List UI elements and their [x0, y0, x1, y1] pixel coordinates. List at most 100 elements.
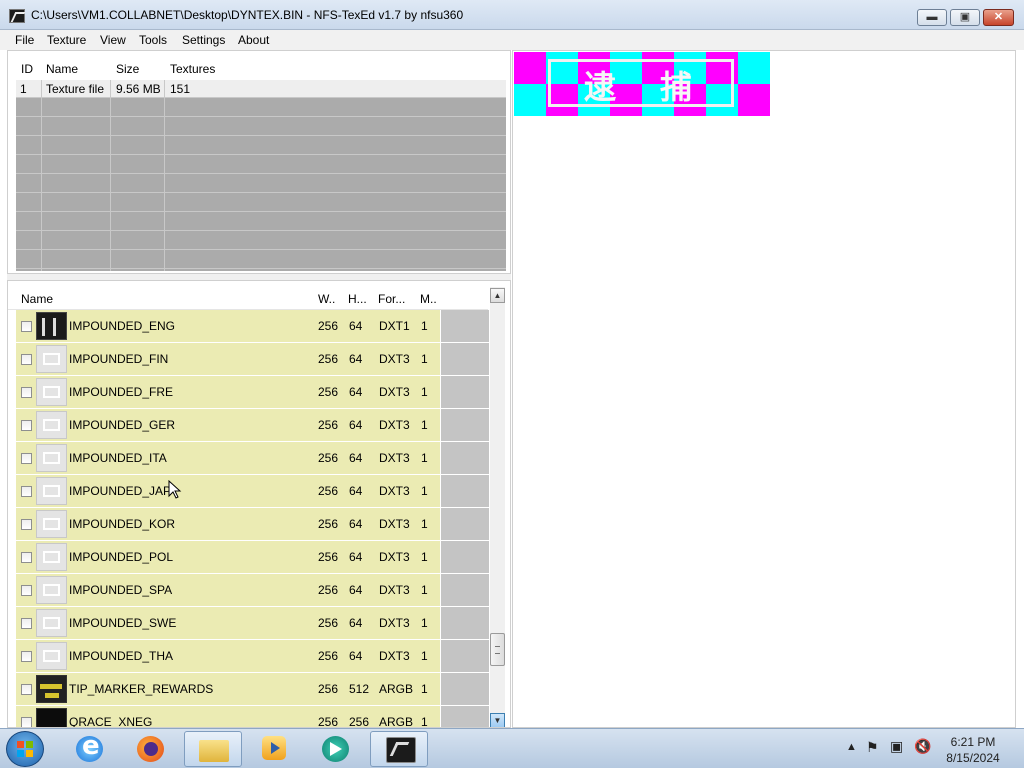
taskbar-file-explorer[interactable] — [184, 731, 242, 767]
texture-row[interactable]: IMPOUNDED_SWE 256 64 DXT3 1 — [16, 607, 489, 640]
minimize-button[interactable]: ▬ — [917, 9, 947, 26]
texture-height: 64 — [349, 550, 363, 564]
texture-row[interactable]: TIP_MARKER_REWARDS 256 512 ARGB 1 — [16, 673, 489, 706]
maximize-button[interactable]: ▣ — [950, 9, 980, 26]
taskbar: ▲ ⚑ ▣ 🔇 6:21 PM 8/15/2024 — [0, 728, 1024, 768]
menu-file[interactable]: File — [15, 33, 34, 47]
texture-thumbnail — [36, 708, 67, 727]
file-table-header-textures[interactable]: Textures — [170, 62, 215, 76]
texture-height: 64 — [349, 319, 363, 333]
menu-settings[interactable]: Settings — [182, 33, 225, 47]
texture-row[interactable]: IMPOUNDED_POL 256 64 DXT3 1 — [16, 541, 489, 574]
close-button[interactable]: ✕ — [983, 9, 1014, 26]
menu-about[interactable]: About — [238, 33, 269, 47]
taskbar-media-center[interactable] — [307, 731, 365, 767]
texture-glyph-right: 捕 — [660, 68, 693, 106]
scroll-down-button[interactable]: ▼ — [490, 713, 505, 727]
row-checkbox[interactable] — [21, 717, 32, 727]
taskbar-media-player[interactable] — [245, 731, 303, 767]
texture-mipmaps: 1 — [421, 319, 428, 333]
texture-preview-panel: 逮 捕 — [512, 50, 1016, 728]
texture-height: 64 — [349, 385, 363, 399]
row-checkbox[interactable] — [21, 552, 32, 563]
file-table-header-size[interactable]: Size — [116, 62, 139, 76]
texture-row[interactable]: IMPOUNDED_JAP 256 64 DXT3 1 — [16, 475, 489, 508]
file-name: Texture file — [46, 82, 105, 96]
texture-width: 256 — [318, 616, 339, 630]
empty-row — [16, 251, 506, 269]
texture-row[interactable]: IMPOUNDED_ENG 256 64 DXT1 1 — [16, 310, 489, 343]
scroll-up-button[interactable]: ▲ — [490, 288, 505, 303]
action-center-flag-icon[interactable]: ⚑ — [866, 739, 879, 756]
header-name[interactable]: Name — [21, 292, 53, 306]
texture-name: IMPOUNDED_JAP — [69, 484, 172, 498]
texture-name: IMPOUNDED_GER — [69, 418, 176, 432]
vertical-scrollbar[interactable]: ▲ ▼ — [490, 287, 505, 727]
start-button[interactable] — [6, 731, 44, 767]
file-texture-count: 151 — [170, 82, 191, 96]
empty-row — [16, 175, 506, 193]
row-checkbox[interactable] — [21, 453, 32, 464]
texture-mipmaps: 1 — [421, 583, 428, 597]
texture-thumbnail — [36, 675, 67, 703]
menu-view[interactable]: View — [100, 33, 126, 47]
taskbar-nfs-texed[interactable] — [370, 731, 428, 767]
texture-mipmaps: 1 — [421, 385, 428, 399]
network-icon[interactable]: ▣ — [890, 738, 903, 755]
row-checkbox[interactable] — [21, 321, 32, 332]
texture-height: 512 — [349, 682, 370, 696]
row-spacer — [441, 607, 489, 639]
texture-row[interactable]: QRACE_XNEG 256 256 ARGB 1 — [16, 706, 489, 728]
texture-checker-cell — [514, 52, 546, 84]
texture-format: DXT3 — [379, 649, 410, 663]
row-checkbox[interactable] — [21, 486, 32, 497]
texture-format: DXT3 — [379, 583, 410, 597]
texture-name: IMPOUNDED_FIN — [69, 352, 169, 366]
header-width[interactable]: W.. — [318, 292, 335, 306]
menu-tools[interactable]: Tools — [139, 33, 167, 47]
file-explorer-icon — [199, 740, 229, 762]
texture-name: IMPOUNDED_ENG — [69, 319, 176, 333]
texture-name: IMPOUNDED_KOR — [69, 517, 176, 531]
header-height[interactable]: H... — [348, 292, 367, 306]
texture-format: DXT3 — [379, 550, 410, 564]
clock[interactable]: 6:21 PM 8/15/2024 — [930, 734, 1016, 766]
texture-format: DXT3 — [379, 385, 410, 399]
header-format[interactable]: For... — [378, 292, 405, 306]
texture-checker-cell — [738, 52, 770, 84]
file-table-header-id[interactable]: ID — [21, 62, 33, 76]
file-table-header-name[interactable]: Name — [46, 62, 78, 76]
menu-texture[interactable]: Texture — [47, 33, 86, 47]
show-hidden-icons-chevron-icon[interactable]: ▲ — [846, 741, 857, 753]
texture-height: 256 — [349, 715, 370, 728]
row-checkbox[interactable] — [21, 420, 32, 431]
texture-row[interactable]: IMPOUNDED_FRE 256 64 DXT3 1 — [16, 376, 489, 409]
texture-row[interactable]: IMPOUNDED_KOR 256 64 DXT3 1 — [16, 508, 489, 541]
row-spacer — [441, 706, 489, 727]
texture-row[interactable]: IMPOUNDED_FIN 256 64 DXT3 1 — [16, 343, 489, 376]
volume-muted-icon[interactable]: 🔇 — [914, 738, 931, 755]
column-divider — [110, 80, 111, 271]
row-checkbox[interactable] — [21, 585, 32, 596]
nfs-texed-icon — [386, 737, 416, 763]
texture-row[interactable]: IMPOUNDED_SPA 256 64 DXT3 1 — [16, 574, 489, 607]
row-checkbox[interactable] — [21, 519, 32, 530]
texture-name: QRACE_XNEG — [69, 715, 153, 728]
row-checkbox[interactable] — [21, 618, 32, 629]
texture-name: IMPOUNDED_SPA — [69, 583, 173, 597]
row-checkbox[interactable] — [21, 651, 32, 662]
texture-row[interactable]: IMPOUNDED_ITA 256 64 DXT3 1 — [16, 442, 489, 475]
window-title: C:\Users\VM1.COLLABNET\Desktop\DYNTEX.BI… — [31, 8, 464, 22]
row-checkbox[interactable] — [21, 387, 32, 398]
header-mipmaps[interactable]: M.. — [420, 292, 437, 306]
row-checkbox[interactable] — [21, 684, 32, 695]
texture-row[interactable]: IMPOUNDED_THA 256 64 DXT3 1 — [16, 640, 489, 673]
file-table-row[interactable]: 1 Texture file 9.56 MB 151 — [16, 80, 506, 98]
row-checkbox[interactable] — [21, 354, 32, 365]
taskbar-firefox[interactable] — [122, 731, 180, 767]
internet-explorer-icon — [76, 731, 103, 762]
taskbar-internet-explorer[interactable] — [61, 731, 119, 767]
scroll-thumb[interactable] — [490, 633, 505, 666]
texture-row[interactable]: IMPOUNDED_GER 256 64 DXT3 1 — [16, 409, 489, 442]
empty-row — [16, 99, 506, 117]
